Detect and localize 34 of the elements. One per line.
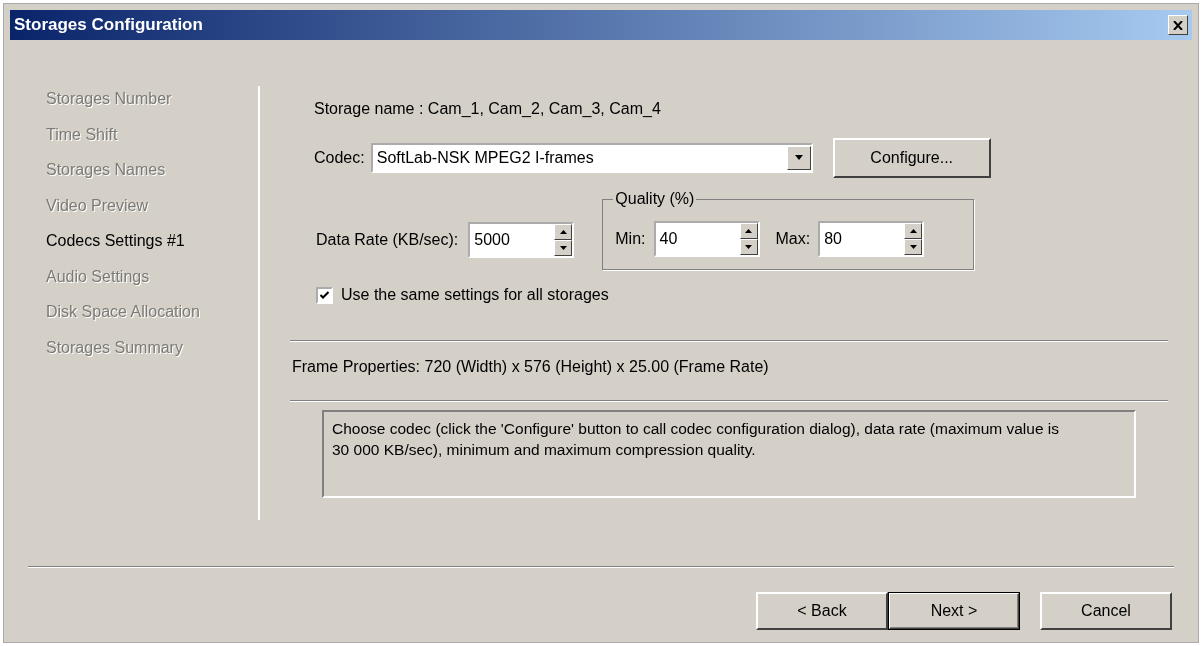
spin-up-icon[interactable]: [904, 222, 923, 239]
wizard-step: Disk Space Allocation: [46, 303, 258, 339]
spin-up-icon[interactable]: [739, 222, 758, 239]
wizard-step: Video Preview: [46, 196, 258, 232]
data-rate-spinbox[interactable]: 5000: [468, 222, 575, 258]
storage-name-text: Storage name : Cam_1, Cam_2, Cam_3, Cam_4: [314, 100, 662, 118]
configure-button[interactable]: Configure...: [832, 138, 991, 178]
codec-dropdown[interactable]: SoftLab-NSK MPEG2 I-frames: [370, 143, 813, 173]
frame-properties-text: Frame Properties: 720 (Width) x 576 (Height) x 25.00 (Frame Rate): [292, 358, 770, 376]
min-quality-spinbox[interactable]: 40: [653, 220, 760, 257]
wizard-button[interactable]: Next >: [888, 592, 1020, 630]
close-icon: [1173, 20, 1183, 30]
quality-group-title: Quality (%): [614, 190, 696, 208]
window-title: Storages Configuration: [14, 15, 203, 35]
wizard-button[interactable]: Cancel: [1040, 592, 1172, 630]
max-quality-spinbox[interactable]: 80: [818, 220, 925, 257]
codec-label: Codec:: [314, 149, 365, 167]
wizard-step: Storages Summary: [46, 338, 258, 374]
wizard-step: Audio Settings: [46, 267, 258, 303]
wizard-step: Time Shift: [46, 125, 258, 161]
checkbox-label: Use the same settings for all storages: [341, 286, 609, 304]
wizard-step: Storages Names: [46, 161, 258, 197]
data-rate-label: Data Rate (KB/sec):: [316, 231, 459, 249]
spin-up-icon[interactable]: [554, 224, 573, 240]
checkbox[interactable]: [316, 286, 333, 304]
close-button[interactable]: [1168, 15, 1188, 35]
spin-down-icon[interactable]: [554, 240, 573, 256]
min-label: Min:: [615, 229, 646, 248]
max-label: Max:: [775, 229, 811, 248]
description-text: Choose codec (click the 'Configure' button to call codec configuration dialog), data rate (maximum value is 30 000 KB/sec), minimum and maximum compression quality.: [332, 420, 1060, 458]
check-icon: [320, 290, 329, 300]
wizard-step: Codecs Settings #1: [46, 232, 258, 268]
wizard-button[interactable]: < Back: [756, 592, 888, 630]
wizard-step: Storages Number: [46, 90, 258, 126]
